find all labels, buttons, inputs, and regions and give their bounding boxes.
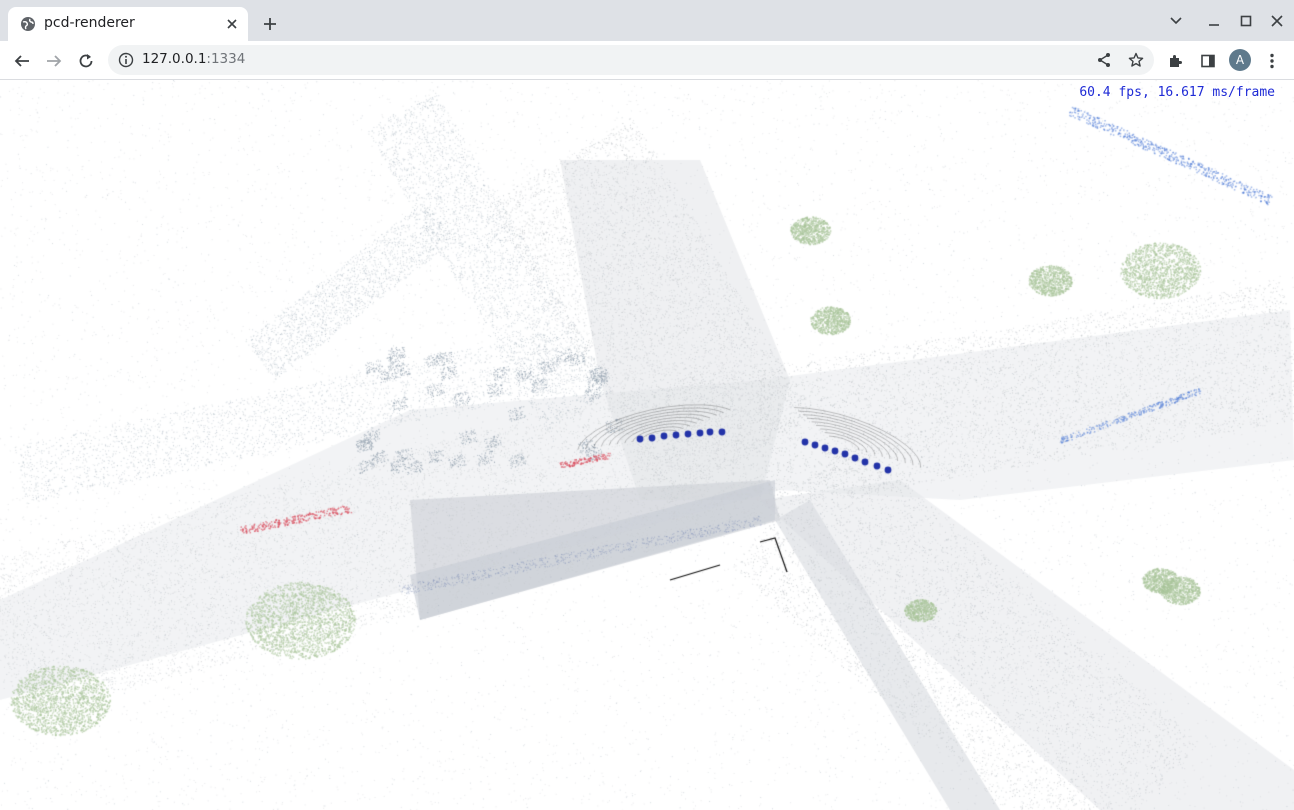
profile-avatar[interactable]: A xyxy=(1229,49,1251,71)
globe-icon xyxy=(20,16,36,32)
share-icon[interactable] xyxy=(1092,48,1116,72)
url-host: 127.0.0.1 xyxy=(142,51,207,67)
arrow-right-icon[interactable] xyxy=(40,47,68,75)
reload-icon[interactable] xyxy=(72,47,100,75)
url-text[interactable]: 127.0.0.1:1334 xyxy=(142,51,245,67)
tab-title: pcd-renderer xyxy=(44,15,135,31)
plus-icon[interactable] xyxy=(258,12,282,36)
address-bar[interactable]: 127.0.0.1:1334 xyxy=(108,45,1154,75)
point-cloud-viewport[interactable]: 60.4 fps, 16.617 ms/frame xyxy=(0,80,1294,810)
chevron-down-icon[interactable] xyxy=(1164,10,1188,32)
info-icon[interactable] xyxy=(118,52,134,68)
arrow-left-icon[interactable] xyxy=(8,47,36,75)
maximize-icon[interactable] xyxy=(1234,10,1258,32)
url-port: :1334 xyxy=(206,51,246,67)
kebab-menu-icon[interactable] xyxy=(1260,49,1284,73)
browser-toolbar: 127.0.0.1:1334 A xyxy=(0,41,1294,80)
close-icon[interactable] xyxy=(1265,10,1289,32)
close-icon[interactable] xyxy=(222,14,242,34)
tab-strip: pcd-renderer xyxy=(0,0,1294,41)
star-icon[interactable] xyxy=(1124,48,1148,72)
side-panel-icon[interactable] xyxy=(1196,49,1220,73)
minimize-icon[interactable] xyxy=(1202,10,1226,32)
fps-counter: 60.4 fps, 16.617 ms/frame xyxy=(1079,85,1275,100)
puzzle-icon[interactable] xyxy=(1164,49,1188,73)
tab-pcd-renderer[interactable]: pcd-renderer xyxy=(8,7,248,41)
point-cloud-canvas[interactable] xyxy=(0,80,1294,810)
